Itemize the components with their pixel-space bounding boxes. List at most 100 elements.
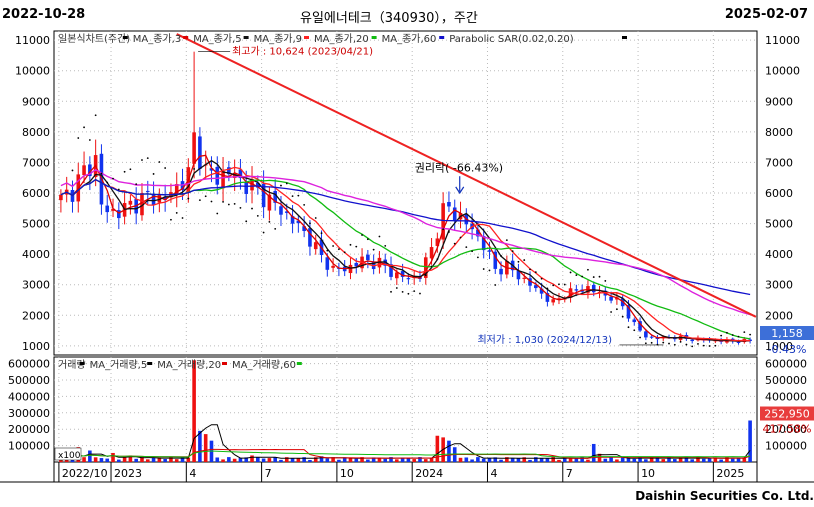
price-legend-swatch: [304, 36, 309, 39]
price-legend-swatch: [622, 36, 627, 39]
candle-body: [644, 331, 648, 338]
candle-body: [736, 341, 741, 343]
sar-dot: [442, 228, 445, 231]
volume-bar: [192, 360, 196, 462]
candle-body: [690, 339, 694, 342]
sar-dot: [337, 248, 340, 251]
ma-line-long: [60, 168, 751, 316]
candle-body: [551, 299, 555, 303]
sar-dot: [251, 207, 253, 210]
price-legend-item: MA_종가,5: [193, 33, 241, 45]
volume-bar: [464, 457, 469, 462]
price-tick-right: 10000: [765, 65, 800, 78]
volume-bar: [296, 458, 301, 462]
volume-tick-right: 100000: [765, 440, 807, 453]
volume-scale-label: x100: [58, 451, 81, 461]
volume-tick-right: 500000: [765, 374, 807, 387]
sar-dot: [679, 340, 682, 343]
volume-tick-right: 600000: [765, 358, 807, 371]
sar-dot: [314, 217, 317, 219]
sar-dot: [135, 183, 138, 186]
volume-bar: [203, 434, 208, 462]
sar-dot: [627, 326, 630, 329]
sar-dot: [511, 250, 514, 253]
sar-dot: [500, 255, 502, 257]
price-tick-right: 11000: [765, 34, 800, 47]
volume-bar: [673, 459, 677, 462]
volume-bar: [615, 459, 619, 462]
volume-bar: [308, 459, 312, 462]
sar-dot: [430, 265, 433, 268]
volume-legend-swatch: [296, 362, 302, 365]
sar-dot: [639, 336, 641, 339]
last-change-value: -0.43%: [768, 343, 807, 356]
volume-bar: [568, 458, 573, 462]
sar-dot: [332, 245, 335, 247]
sar-dot: [227, 203, 230, 206]
price-tick-right: 6000: [765, 187, 793, 200]
sar-dot: [465, 246, 468, 249]
sar-dot: [106, 181, 109, 184]
sar-dot: [100, 172, 103, 175]
price-legend-swatch: [183, 36, 189, 39]
sar-dot: [320, 232, 323, 235]
price-tick-left: 3000: [22, 279, 50, 292]
volume-bar: [250, 455, 254, 462]
volume-bar: [105, 458, 110, 462]
volume-tick-left: 600000: [8, 358, 50, 371]
sar-dot: [471, 250, 474, 253]
sar-dot: [482, 268, 485, 270]
price-tick-right: 4000: [765, 248, 793, 261]
volume-bar: [510, 458, 515, 462]
sar-dot: [459, 236, 462, 239]
volume-bar: [644, 459, 648, 462]
candle-body: [82, 165, 86, 176]
volume-bar: [620, 457, 625, 462]
volume-bar: [528, 459, 532, 462]
sar-dot: [494, 284, 497, 286]
sar-dot: [239, 206, 242, 209]
volume-tick-left: 500000: [8, 374, 50, 387]
candle-body: [487, 250, 492, 252]
candle-body: [145, 190, 150, 192]
sar-dot: [372, 248, 375, 251]
sar-dot: [129, 168, 132, 171]
sar-dot: [575, 274, 578, 277]
sar-dot: [702, 344, 705, 347]
volume-tick-left: 200000: [8, 423, 50, 436]
volume-tick-right: 400000: [765, 390, 807, 403]
low-annotation: 최저가 : 1,030 (2024/12/13): [477, 334, 612, 346]
sar-dot: [650, 341, 653, 344]
sar-dot: [175, 212, 178, 214]
volume-bar: [99, 458, 104, 462]
volume-ma-60: [60, 450, 751, 461]
sar-dot: [187, 197, 190, 200]
volume-bar: [423, 459, 428, 462]
sar-dot: [117, 188, 120, 191]
candle-body: [279, 206, 283, 215]
candle-body: [331, 265, 335, 268]
candle-body: [151, 193, 156, 205]
date-tick-label: 4: [490, 467, 497, 480]
volume-bar: [499, 459, 503, 462]
sar-dot: [349, 243, 352, 246]
volume-bar: [557, 459, 561, 462]
sar-dot: [256, 214, 259, 217]
sar-dot: [633, 329, 636, 332]
volume-bar: [145, 459, 150, 462]
price-tick-right: 7000: [765, 156, 793, 169]
volume-bar: [221, 459, 225, 462]
sar-dot: [558, 283, 560, 286]
volume-bar: [574, 458, 579, 462]
volume-bar: [632, 458, 637, 462]
sar-dot: [361, 234, 363, 236]
sar-dot: [291, 195, 294, 198]
sar-dot: [697, 343, 699, 345]
volume-bar: [690, 459, 694, 462]
candle-body: [215, 166, 220, 185]
volume-bar: [447, 440, 451, 462]
volume-bar: [267, 458, 272, 462]
sar-dot: [424, 274, 427, 277]
sar-dot: [673, 343, 676, 346]
sar-dot: [112, 177, 114, 180]
